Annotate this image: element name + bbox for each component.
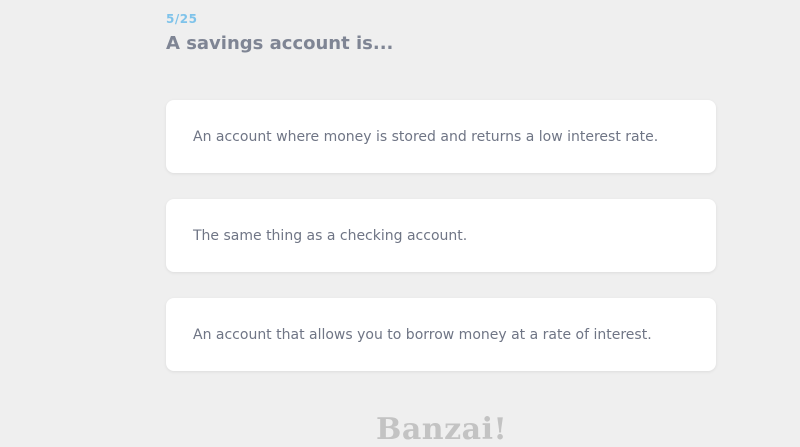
answer-option-2[interactable]: The same thing as a checking account. [166,199,716,272]
answer-list: An account where money is stored and ret… [166,100,716,371]
answer-option-1[interactable]: An account where money is stored and ret… [166,100,716,173]
banzai-logo: Banzai! [376,412,508,447]
quiz-panel: 5/25 A savings account is... An account … [166,10,716,397]
question-progress: 5/25 [166,12,198,26]
question-title: A savings account is... [166,33,394,54]
answer-option-3[interactable]: An account that allows you to borrow mon… [166,298,716,371]
